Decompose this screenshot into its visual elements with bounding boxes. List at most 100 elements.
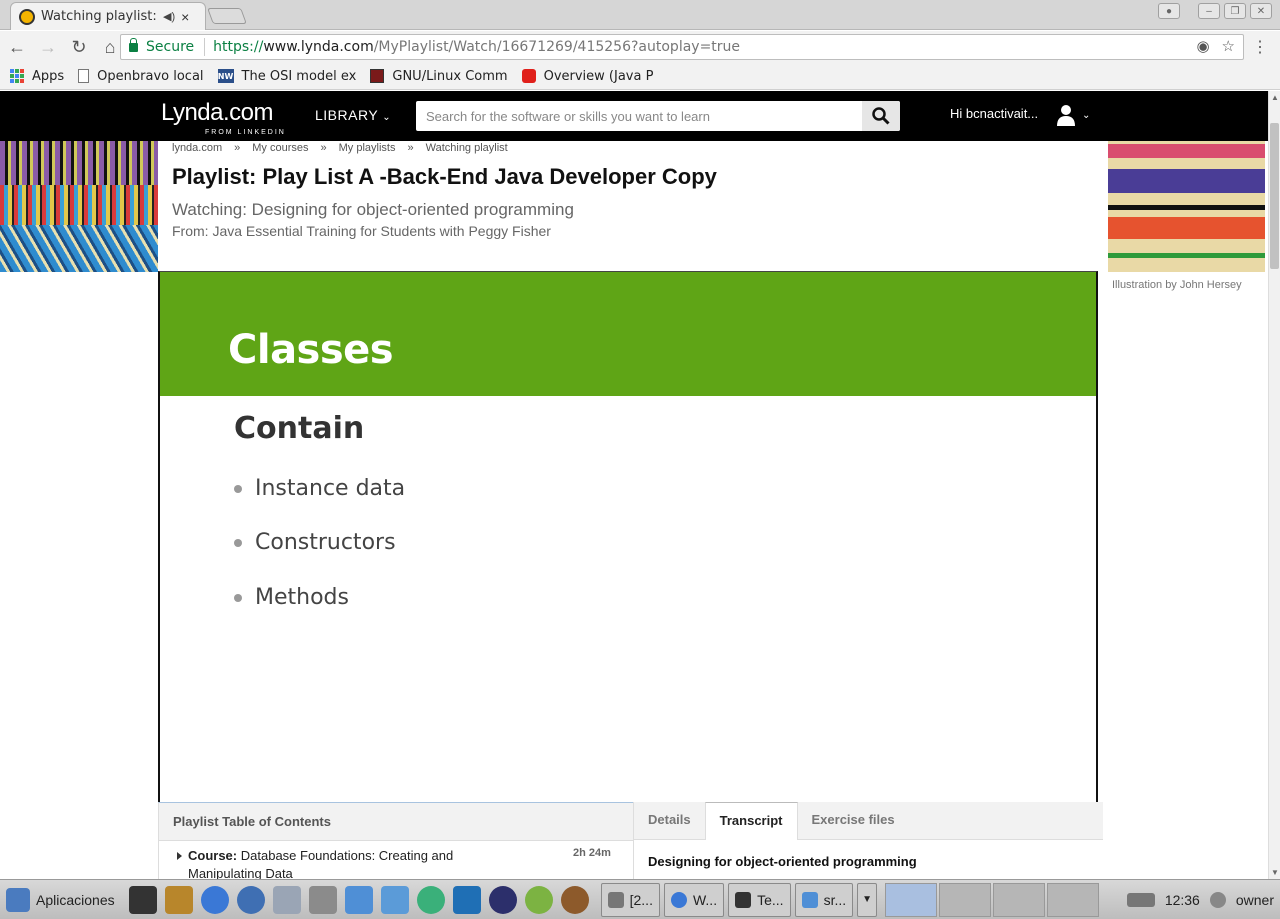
- workspace-1[interactable]: [885, 882, 938, 917]
- forward-icon[interactable]: →: [34, 33, 62, 61]
- taskbar-window[interactable]: [2...: [600, 882, 660, 917]
- android-studio-launcher-icon[interactable]: [524, 885, 553, 914]
- folder-launcher-icon[interactable]: [344, 885, 373, 914]
- taskbar-overflow-button[interactable]: ▼: [857, 882, 878, 917]
- bullet-dot-icon: [234, 484, 242, 493]
- taskbar-window-label: Te...: [757, 891, 784, 908]
- chromium-launcher-icon[interactable]: [200, 885, 229, 914]
- bookmark-apps[interactable]: Apps: [10, 69, 64, 84]
- slide-title: Classes: [228, 327, 394, 373]
- page-scrollbar[interactable]: ▲ ▼: [1268, 91, 1280, 879]
- detail-panel: Details Transcript Exercise files Design…: [633, 802, 1103, 880]
- scroll-down-icon[interactable]: ▼: [1271, 868, 1279, 877]
- browser-tab[interactable]: Watching playlist: Play List A -Back-End…: [10, 2, 206, 30]
- breadcrumb-my-courses[interactable]: My courses: [252, 142, 308, 154]
- video-player[interactable]: Classes Contain Instance data Constructo…: [158, 271, 1098, 802]
- tab-details[interactable]: Details: [634, 802, 705, 839]
- clock[interactable]: 12:36: [1165, 892, 1200, 908]
- close-window-icon[interactable]: ✕: [1250, 3, 1272, 19]
- scroll-up-icon[interactable]: ▲: [1271, 93, 1279, 102]
- bullet-text: Instance data: [255, 476, 406, 501]
- bookmark-label: Overview (Java P: [543, 68, 654, 84]
- network-icon[interactable]: [1126, 892, 1155, 907]
- book-launcher-icon[interactable]: [164, 885, 193, 914]
- watching-subtitle: Watching: Designing for object-oriented …: [172, 200, 574, 219]
- bookmark-label: Openbravo local: [97, 68, 204, 84]
- omnibox-actions: ◉ ☆: [1196, 37, 1235, 55]
- eclipse-launcher-icon[interactable]: [488, 885, 517, 914]
- bookmark-gnu-linux[interactable]: GNU/Linux Comm: [370, 68, 508, 84]
- taskbar-window[interactable]: W...: [663, 882, 725, 917]
- minimize-icon[interactable]: –: [1198, 3, 1220, 19]
- bookmark-label: The OSI model ex: [241, 68, 357, 84]
- library-label: LIBRARY: [315, 107, 378, 123]
- window-controls: ● – ❐ ✕: [1158, 3, 1272, 19]
- bookmark-osi-model[interactable]: NW The OSI model ex: [217, 68, 357, 84]
- workspace-2[interactable]: [939, 882, 992, 917]
- chromium-icon: [670, 891, 687, 908]
- slide-bullet: Constructors: [234, 530, 396, 555]
- site-header: Lynda.com FROM LINKEDIN LIBRARY ⌄ Hi bcn…: [0, 91, 1268, 141]
- file-icon: [78, 69, 90, 83]
- url-path: /MyPlaylist/Watch/16671269/415256?autopl…: [373, 39, 741, 55]
- taskbar-window[interactable]: sr...: [794, 882, 854, 917]
- tab-transcript[interactable]: Transcript: [704, 802, 798, 840]
- bookmark-openbravo[interactable]: Openbravo local: [78, 68, 204, 84]
- breadcrumb-home[interactable]: lynda.com: [172, 142, 222, 154]
- search-bar: [416, 101, 900, 131]
- folder-icon: [801, 891, 818, 908]
- user-icon[interactable]: [1209, 891, 1226, 908]
- back-icon[interactable]: ←: [3, 33, 31, 61]
- reload-icon[interactable]: ↻: [65, 33, 93, 61]
- scrollbar-thumb[interactable]: [1270, 123, 1279, 269]
- search-button[interactable]: [862, 101, 900, 131]
- logo-subtext: FROM LINKEDIN: [205, 129, 286, 136]
- bookmark-star-icon[interactable]: ☆: [1222, 37, 1235, 55]
- desktop-taskbar: Aplicaciones [2... W... Te... sr... ▼ 12…: [0, 879, 1280, 919]
- lynda-logo[interactable]: Lynda.com FROM LINKEDIN: [161, 99, 284, 136]
- nw-icon: NW: [217, 69, 234, 83]
- vscode-launcher-icon[interactable]: [452, 885, 481, 914]
- user-menu[interactable]: ⌄: [1056, 104, 1090, 126]
- expand-arrow-icon[interactable]: [177, 852, 182, 860]
- browser-menu-icon[interactable]: ⋮: [1252, 37, 1268, 57]
- blocked-content-icon[interactable]: ◉: [1196, 37, 1209, 55]
- audio-playing-icon[interactable]: ◀): [163, 10, 175, 23]
- tab-title: Watching playlist: Play List A -Back-End…: [41, 9, 157, 24]
- web-browser-launcher-icon[interactable]: [236, 885, 265, 914]
- url-host: www.lynda.com: [263, 39, 374, 55]
- screenshot-launcher-icon[interactable]: [308, 885, 337, 914]
- user-name[interactable]: owner: [1236, 892, 1274, 908]
- tab-exercise-files[interactable]: Exercise files: [798, 802, 909, 839]
- toc-item[interactable]: Course: Database Foundations: Creating a…: [159, 841, 469, 883]
- new-tab-button[interactable]: [207, 8, 247, 24]
- breadcrumb-my-playlists[interactable]: My playlists: [339, 142, 396, 154]
- search-input[interactable]: [416, 101, 862, 131]
- taskbar-window[interactable]: Te...: [728, 882, 791, 917]
- apps-grid-icon: [10, 69, 24, 83]
- applications-menu[interactable]: Aplicaciones: [0, 887, 115, 912]
- workspace-3[interactable]: [993, 882, 1046, 917]
- terminal-launcher-icon[interactable]: [128, 885, 157, 914]
- user-greeting[interactable]: Hi bcnactivait...: [950, 106, 1038, 121]
- chevron-down-icon: ⌄: [382, 112, 392, 123]
- lock-icon: [129, 37, 138, 52]
- illustration-credit: Illustration by John Hersey: [1112, 279, 1242, 291]
- bookmark-label: GNU/Linux Comm: [392, 68, 508, 84]
- virtualbox-launcher-icon[interactable]: [380, 885, 409, 914]
- bullet-dot-icon: [234, 593, 242, 602]
- taskbar-window-label: [2...: [629, 891, 653, 908]
- page-title: Playlist: Play List A -Back-End Java Dev…: [172, 164, 717, 189]
- atom-launcher-icon[interactable]: [416, 885, 445, 914]
- bookmark-java-overview[interactable]: Overview (Java P: [521, 68, 654, 84]
- restore-icon[interactable]: ❐: [1224, 3, 1246, 19]
- library-menu[interactable]: LIBRARY ⌄: [315, 107, 391, 123]
- search-launcher-icon[interactable]: [272, 885, 301, 914]
- tab-close-icon[interactable]: ×: [181, 9, 189, 25]
- profile-icon[interactable]: ●: [1158, 3, 1180, 19]
- toc-item-type: Course:: [188, 848, 238, 863]
- address-bar[interactable]: Secure https://www.lynda.com/MyPlaylist/…: [120, 34, 1244, 60]
- bookmarks-bar: Apps Openbravo local NW The OSI model ex…: [0, 63, 1280, 90]
- acorn-launcher-icon[interactable]: [560, 885, 589, 914]
- workspace-4[interactable]: [1047, 882, 1100, 917]
